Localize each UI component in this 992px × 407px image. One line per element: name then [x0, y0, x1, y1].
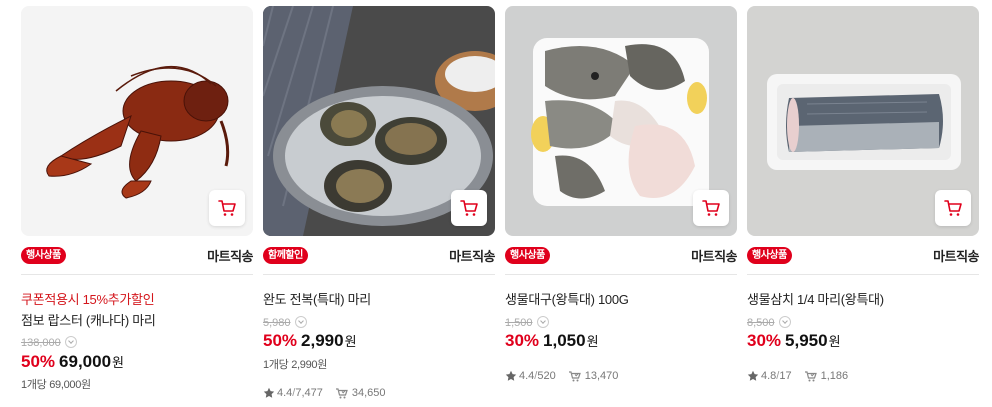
shipping-label: 마트직송 — [449, 249, 495, 264]
unit-price: 1개당 2,990원 — [263, 359, 328, 371]
cart-icon — [460, 200, 478, 216]
unit-price: 1개당 69,000원 — [21, 379, 91, 391]
sale-price: 2,990 — [301, 331, 344, 350]
product-title[interactable]: 생물대구(왕특대) 100G — [505, 289, 629, 308]
divider — [263, 274, 495, 275]
product-card-abalone[interactable]: 함께할인 마트직송 완도 전복(특대) 마리 5,980 50% 2,990원 1… — [263, 0, 495, 407]
price-detail-chevron-icon[interactable] — [778, 316, 791, 328]
price-detail-chevron-icon[interactable] — [294, 316, 307, 328]
price-row: 50% 69,000원 — [21, 352, 124, 372]
product-title[interactable]: 점보 랍스터 (캐나다) 마리 — [21, 310, 156, 329]
price-detail-chevron-icon[interactable] — [536, 316, 549, 328]
review-count[interactable]: 7,477 — [295, 387, 323, 399]
shipping-label: 마트직송 — [207, 249, 253, 264]
add-to-cart-button[interactable] — [693, 190, 729, 226]
promo-badge: 행사상품 — [21, 247, 66, 264]
purchase-count: 34,650 — [351, 387, 386, 399]
original-price: 138,000 — [21, 336, 77, 349]
promo-badge: 행사상품 — [747, 247, 792, 264]
product-card-cod[interactable]: 행사상품 마트직송 생물대구(왕특대) 100G 1,500 30% 1,050원… — [505, 0, 737, 407]
promo-badge: 행사상품 — [505, 247, 550, 264]
price-detail-chevron-icon[interactable] — [64, 336, 77, 348]
product-stats: 4.4/520 13,470 — [505, 370, 618, 382]
sale-price: 69,000 — [59, 352, 112, 371]
product-image[interactable] — [747, 6, 979, 236]
rating-value: 4.4 — [277, 387, 293, 399]
product-title[interactable]: 생물삼치 1/4 마리(왕특대) — [747, 289, 884, 308]
currency-unit: 원 — [586, 334, 599, 349]
product-image[interactable] — [505, 6, 737, 236]
discount-rate: 50% — [263, 331, 298, 350]
price-row: 30% 5,950원 — [747, 331, 841, 351]
product-card-lobster[interactable]: 행사상품 마트직송 쿠폰적용시 15%추가할인 점보 랍스터 (캐나다) 마리 … — [21, 0, 253, 407]
price-row: 30% 1,050원 — [505, 331, 599, 351]
original-price: 5,980 — [263, 316, 307, 329]
shipping-label: 마트직송 — [933, 249, 979, 264]
purchase-count: 1,186 — [820, 370, 849, 382]
product-title[interactable]: 완도 전복(특대) 마리 — [263, 289, 371, 308]
discount-rate: 50% — [21, 352, 56, 371]
discount-rate: 30% — [505, 331, 540, 350]
purchase-count-icon — [335, 388, 348, 399]
currency-unit: 원 — [828, 334, 841, 349]
add-to-cart-button[interactable] — [209, 190, 245, 226]
review-count[interactable]: 17 — [779, 370, 791, 382]
meta-row: 행사상품 마트직송 — [21, 244, 253, 266]
divider — [747, 274, 979, 275]
purchase-count: 13,470 — [584, 370, 619, 382]
cart-icon — [944, 200, 962, 216]
coupon-promo-text: 쿠폰적용시 15%추가할인 — [21, 292, 155, 307]
divider — [505, 274, 737, 275]
cart-icon — [702, 200, 720, 216]
purchase-count-icon — [804, 371, 817, 382]
discount-rate: 30% — [747, 331, 782, 350]
meta-row: 함께할인 마트직송 — [263, 244, 495, 266]
divider — [21, 274, 253, 275]
sale-price: 5,950 — [785, 331, 828, 350]
currency-unit: 원 — [112, 355, 124, 370]
price-row: 50% 2,990원 — [263, 331, 357, 351]
promo-badge: 함께할인 — [263, 247, 308, 264]
review-count[interactable]: 520 — [537, 370, 555, 382]
cart-icon — [218, 200, 236, 216]
shipping-label: 마트직송 — [691, 249, 737, 264]
rating-value: 4.8 — [761, 370, 777, 382]
sale-price: 1,050 — [543, 331, 586, 350]
meta-row: 행사상품 마트직송 — [505, 244, 737, 266]
product-stats: 4.8/17 1,186 — [747, 370, 848, 382]
star-icon — [263, 387, 275, 398]
product-card-spanish-mackerel[interactable]: 행사상품 마트직송 생물삼치 1/4 마리(왕특대) 8,500 30% 5,95… — [747, 0, 979, 407]
rating-value: 4.4 — [519, 370, 535, 382]
add-to-cart-button[interactable] — [451, 190, 487, 226]
star-icon — [747, 370, 759, 381]
product-image[interactable] — [21, 6, 253, 236]
original-price: 1,500 — [505, 316, 549, 329]
add-to-cart-button[interactable] — [935, 190, 971, 226]
star-icon — [505, 370, 517, 381]
meta-row: 행사상품 마트직송 — [747, 244, 979, 266]
product-stats: 4.4/7,477 34,650 — [263, 387, 386, 399]
currency-unit: 원 — [344, 334, 357, 349]
product-image[interactable] — [263, 6, 495, 236]
purchase-count-icon — [568, 371, 581, 382]
original-price: 8,500 — [747, 316, 791, 329]
